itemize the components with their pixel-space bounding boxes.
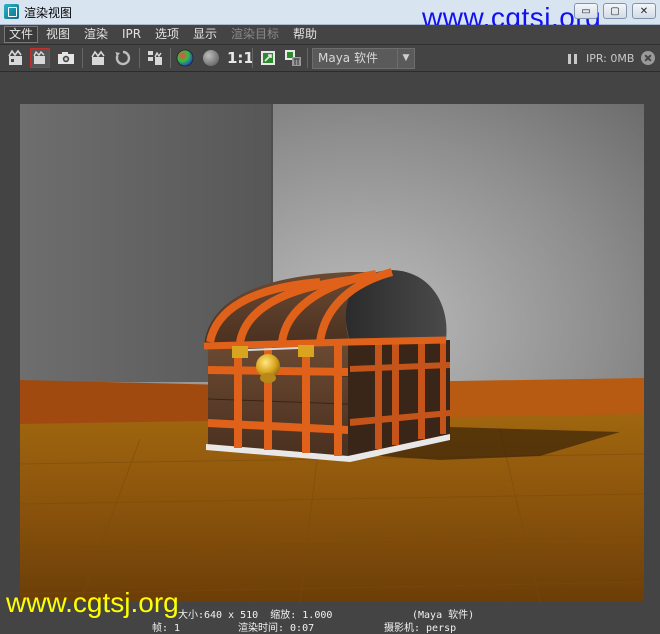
ipr-render-icon[interactable] bbox=[88, 48, 108, 68]
chevron-down-icon: ▼ bbox=[397, 49, 414, 68]
rendered-image bbox=[20, 104, 644, 602]
toolbar-separator bbox=[252, 48, 253, 68]
renderer-dropdown[interactable]: Maya 软件 ▼ bbox=[312, 48, 415, 69]
rgb-channels-icon[interactable] bbox=[175, 48, 195, 68]
keep-image-icon[interactable] bbox=[258, 48, 278, 68]
redo-render-icon[interactable] bbox=[6, 48, 26, 68]
maximize-button[interactable]: ▢ bbox=[603, 3, 627, 19]
watermark-bottom: www.cgtsj.org bbox=[6, 587, 179, 618]
window-title: 渲染视图 bbox=[24, 6, 73, 20]
menu-bar: 文件 视图 渲染 IPR 选项 显示 渲染目标 帮助 bbox=[0, 25, 660, 45]
menu-view[interactable]: 视图 bbox=[42, 26, 74, 43]
title-bar: 渲染视图 www.cgtsj.org ▭ ▢ ✕ bbox=[0, 0, 660, 32]
render-settings-icon[interactable] bbox=[145, 48, 165, 68]
menu-ipr[interactable]: IPR bbox=[118, 26, 145, 43]
menu-render-target[interactable]: 渲染目标 bbox=[227, 26, 283, 43]
hud-render-time: 渲染时间: 0:07 bbox=[238, 623, 315, 634]
render-view-app-icon bbox=[4, 4, 19, 19]
menu-display[interactable]: 显示 bbox=[189, 26, 221, 43]
snapshot-camera-icon[interactable] bbox=[56, 48, 76, 68]
menu-render[interactable]: 渲染 bbox=[80, 26, 112, 43]
toolbar-separator bbox=[82, 48, 83, 68]
menu-help[interactable]: 帮助 bbox=[289, 26, 321, 43]
render-region-icon[interactable] bbox=[30, 48, 50, 68]
hud-camera: 摄影机: persp bbox=[384, 623, 457, 634]
refresh-ipr-icon[interactable] bbox=[113, 48, 133, 68]
render-toolbar: 1:1 Maya 软件 ▼ IPR: 0MB bbox=[0, 45, 660, 72]
real-size-button[interactable]: 1:1 bbox=[227, 48, 254, 68]
minimize-button[interactable]: ▭ bbox=[574, 3, 598, 19]
toolbar-separator bbox=[139, 48, 140, 68]
hud-frame: 帧: 1 bbox=[152, 623, 181, 634]
pause-ipr-icon[interactable] bbox=[568, 54, 578, 64]
close-button[interactable]: ✕ bbox=[632, 3, 656, 19]
menu-options[interactable]: 选项 bbox=[151, 26, 183, 43]
clear-ipr-icon[interactable] bbox=[641, 51, 655, 65]
remove-image-icon[interactable] bbox=[283, 48, 303, 68]
ipr-memory-status: IPR: 0MB bbox=[586, 52, 635, 65]
toolbar-separator bbox=[170, 48, 171, 68]
renderer-dropdown-value: Maya 软件 bbox=[318, 51, 378, 65]
toolbar-separator bbox=[307, 48, 308, 68]
menu-file[interactable]: 文件 bbox=[4, 26, 39, 43]
alpha-channel-icon[interactable] bbox=[201, 48, 221, 68]
